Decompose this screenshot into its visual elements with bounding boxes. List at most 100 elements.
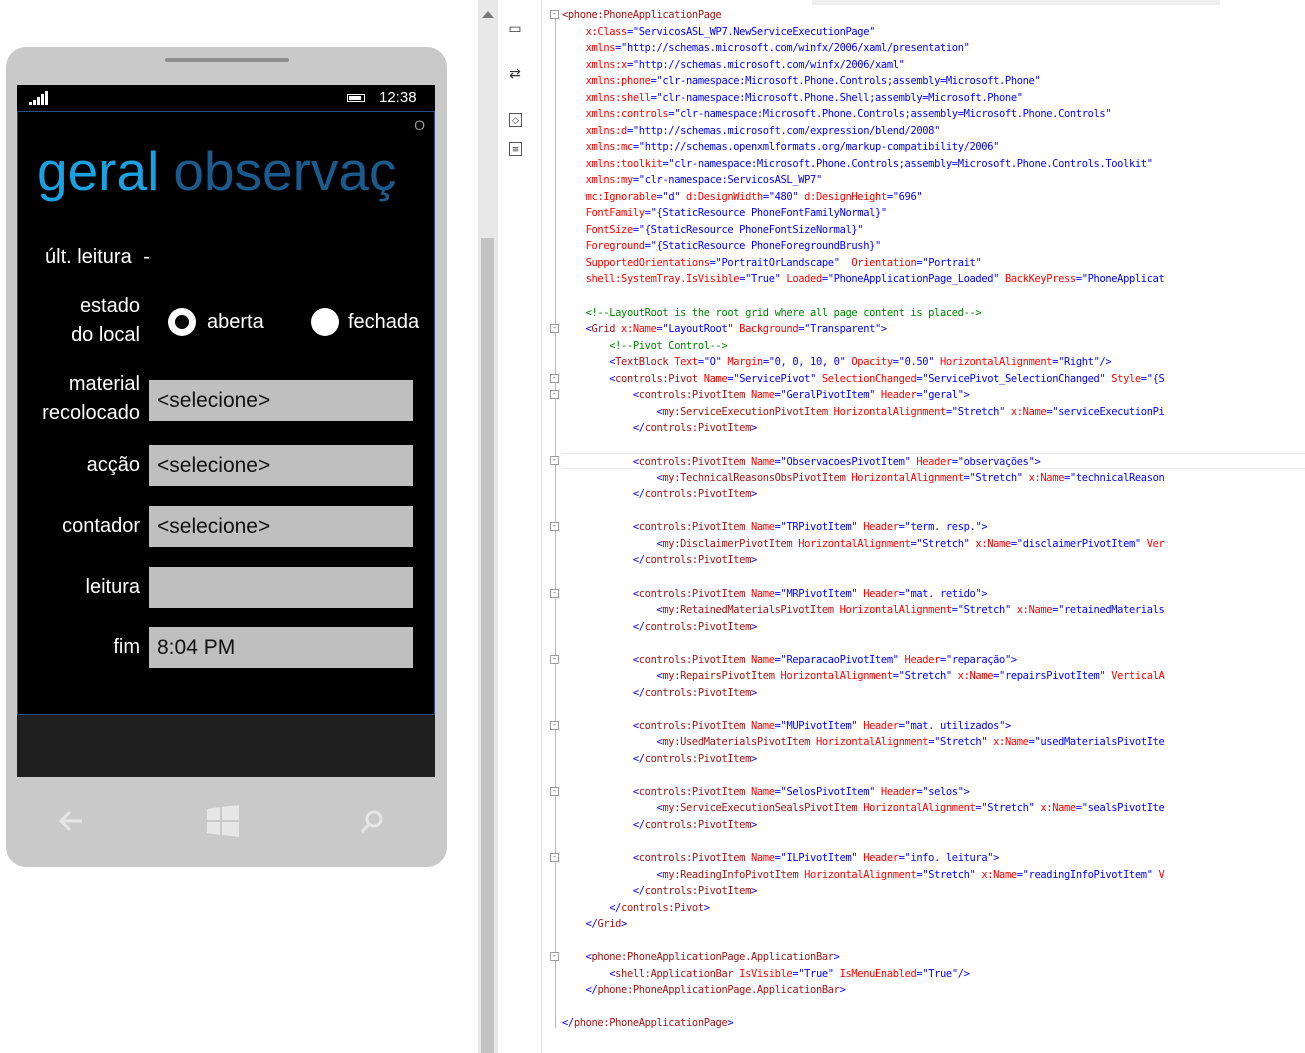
code-token: ="	[898, 587, 911, 600]
contador-picker[interactable]: <selecione>	[149, 506, 413, 547]
code-line[interactable]: SupportedOrientations="PortraitOrLandsca…	[562, 255, 982, 271]
code-token: x:Name	[987, 736, 1029, 749]
radio-fechada[interactable]	[311, 308, 339, 336]
material-recolocado-picker[interactable]: <selecione>	[149, 380, 413, 421]
code-line[interactable]: FontFamily="{StaticResource PhoneFontFam…	[562, 205, 888, 221]
collapse-toggle-icon[interactable]: -	[550, 654, 559, 664]
code-line[interactable]: </controls:PivotItem>	[562, 552, 757, 568]
designer-scrollbar[interactable]	[478, 0, 498, 1053]
code-line[interactable]: <controls:PivotItem Name="GeralPivotItem…	[562, 387, 970, 403]
code-line[interactable]: xmlns:toolkit="clr-namespace:Microsoft.P…	[562, 156, 1153, 172]
code-line[interactable]: </controls:PivotItem>	[562, 685, 757, 701]
code-line[interactable]: <controls:PivotItem Name="ReparacaoPivot…	[562, 652, 1017, 668]
code-token: HorizontalAlignment	[833, 604, 953, 617]
collapse-toggle-icon[interactable]: -	[550, 10, 559, 19]
leitura-input[interactable]	[149, 567, 413, 608]
code-token: x:Name	[1004, 405, 1047, 418]
collapse-toggle-icon[interactable]: -	[550, 373, 559, 383]
code-line[interactable]: FontSize="{StaticResource PhoneFontSizeN…	[562, 222, 864, 238]
code-line[interactable]: xmlns:mc="http://schemas.openxmlformats.…	[562, 139, 1000, 155]
code-line[interactable]: xmlns:my="clr-namespace:ServicosASL_WP7"	[562, 172, 823, 188]
radio-aberta-label[interactable]: aberta	[207, 311, 264, 334]
code-token: Right	[1064, 356, 1094, 369]
radio-fechada-label[interactable]: fechada	[348, 311, 419, 334]
collapse-toggle-icon[interactable]: -	[550, 390, 559, 400]
code-token: ServicePivot_SelectionChanged	[928, 372, 1100, 385]
pivot-header-observacoes[interactable]: observaç	[173, 138, 396, 204]
collapse-toggle-icon[interactable]: -	[550, 456, 559, 466]
code-line[interactable]: <TextBlock Text="O" Margin="0, 0, 10, 0"…	[562, 354, 1111, 370]
xaml-view-icon[interactable]: ◇	[509, 113, 522, 127]
scroll-up-arrow-icon[interactable]	[482, 11, 494, 18]
scroll-thumb[interactable]	[481, 238, 494, 1053]
code-line[interactable]: <!--Pivot Control-->	[562, 338, 727, 354]
collapse-toggle-icon[interactable]: -	[550, 853, 559, 863]
code-line[interactable]: mc:Ignorable="d" d:DesignWidth="480" d:D…	[562, 189, 923, 205]
code-line[interactable]: shell:SystemTray.IsVisible="True" Loaded…	[562, 271, 1165, 287]
code-line[interactable]: Foreground="{StaticResource PhoneForegro…	[562, 238, 882, 254]
code-line[interactable]: </Grid>	[562, 916, 628, 932]
code-line[interactable]: <controls:PivotItem Name="MUPivotItem" H…	[562, 718, 1011, 734]
code-line[interactable]: </controls:PivotItem>	[562, 751, 757, 767]
code-line[interactable]: x:Class="ServicosASL_WP7.NewServiceExecu…	[562, 24, 876, 40]
code-line[interactable]: <phone:PhoneApplicationPage.ApplicationB…	[562, 949, 840, 965]
split-view-icon[interactable]: ≡	[509, 142, 522, 156]
collapse-toggle-icon[interactable]: -	[550, 522, 559, 532]
code-line[interactable]: xmlns:shell="clr-namespace:Microsoft.Pho…	[562, 90, 1023, 106]
swap-panes-icon[interactable]: ⇄	[506, 65, 524, 83]
back-icon[interactable]	[58, 809, 84, 833]
pivot-header-geral[interactable]: geral	[37, 138, 159, 204]
code-line[interactable]: </controls:PivotItem>	[562, 619, 757, 635]
collapse-toggle-icon[interactable]: -	[550, 588, 559, 598]
code-line[interactable]: xmlns:controls="clr-namespace:Microsoft.…	[562, 106, 1112, 122]
code-line[interactable]: <controls:PivotItem Name="ObservacoesPiv…	[562, 453, 1305, 470]
collapse-toggle-icon[interactable]: -	[550, 720, 559, 730]
radio-aberta[interactable]	[168, 308, 196, 336]
code-line[interactable]: xmlns:phone="clr-namespace:Microsoft.Pho…	[562, 73, 1041, 89]
code-token: ="	[668, 108, 681, 121]
code-line[interactable]: </controls:PivotItem>	[562, 817, 757, 833]
code-token: Portrait	[928, 256, 976, 269]
code-line[interactable]: xmlns="http://schemas.microsoft.com/winf…	[562, 40, 970, 56]
code-line[interactable]: </controls:Pivot>	[562, 900, 710, 916]
windows-icon[interactable]	[206, 804, 240, 838]
code-line[interactable]: <my:DisclaimerPivotItem HorizontalAlignm…	[562, 536, 1164, 552]
code-line[interactable]: <controls:PivotItem Name="TRPivotItem" H…	[562, 519, 988, 535]
code-line[interactable]: <my:RetainedMaterialsPivotItem Horizonta…	[562, 602, 1164, 618]
design-surface[interactable]: 12:38 O geral observaç últ. leitura - est…	[0, 0, 478, 1053]
xaml-editor[interactable]: <phone:PhoneApplicationPage - x:Class="Se…	[542, 0, 1305, 1053]
code-line[interactable]: <my:TechnicalReasonsObsPivotItem Horizon…	[562, 470, 1164, 486]
code-token: Header	[857, 521, 899, 534]
design-view-icon[interactable]: ▭	[506, 20, 524, 38]
code-line[interactable]: <Grid x:Name="LayoutRoot" Background="Tr…	[562, 321, 888, 337]
code-token: ServicosASL_WP7.NewServiceExecutionPage	[638, 25, 870, 38]
code-token: MRPivotItem	[786, 587, 852, 600]
code-line[interactable]: <shell:ApplicationBar IsVisible="True" I…	[562, 966, 970, 982]
editor-tab-strip	[812, 0, 1220, 5]
code-line[interactable]: </phone:PhoneApplicationPage>	[562, 1015, 734, 1031]
code-line[interactable]: <phone:PhoneApplicationPage	[562, 7, 722, 23]
code-line[interactable]: <controls:PivotItem Name="MRPivotItem" H…	[562, 586, 988, 602]
application-bar[interactable]	[17, 715, 435, 777]
code-line[interactable]: xmlns:d="http://schemas.microsoft.com/ex…	[562, 123, 941, 139]
search-icon[interactable]	[359, 809, 385, 835]
code-line[interactable]: <my:RepairsPivotItem HorizontalAlignment…	[562, 668, 1164, 684]
code-line[interactable]: <controls:PivotItem Name="SelosPivotItem…	[562, 784, 970, 800]
code-line[interactable]: </controls:PivotItem>	[562, 486, 757, 502]
code-line[interactable]: <my:ReadingInfoPivotItem HorizontalAlign…	[562, 867, 1164, 883]
code-line[interactable]: <my:ServiceExecutionSealsPivotItem Horiz…	[562, 800, 1164, 816]
collapse-toggle-icon[interactable]: -	[550, 786, 559, 796]
code-line[interactable]: <controls:PivotItem Name="ILPivotItem" H…	[562, 850, 1000, 866]
code-line[interactable]: </controls:PivotItem>	[562, 883, 757, 899]
code-line[interactable]: <controls:Pivot Name="ServicePivot" Sele…	[562, 371, 1165, 387]
code-line[interactable]: <my:UsedMaterialsPivotItem HorizontalAli…	[562, 734, 1164, 750]
code-line[interactable]: </controls:PivotItem>	[562, 420, 757, 436]
code-line[interactable]: <!--LayoutRoot is the root grid where al…	[562, 305, 982, 321]
code-line[interactable]: xmlns:x="http://schemas.microsoft.com/wi…	[562, 57, 905, 73]
code-line[interactable]: </phone:PhoneApplicationPage.Application…	[562, 982, 846, 998]
accao-picker[interactable]: <selecione>	[149, 445, 413, 486]
code-line[interactable]: <my:ServiceExecutionPivotItem Horizontal…	[562, 404, 1164, 420]
fim-time-picker[interactable]: 8:04 PM	[149, 627, 413, 668]
collapse-toggle-icon[interactable]: -	[550, 324, 559, 334]
collapse-toggle-icon[interactable]: -	[550, 952, 559, 962]
